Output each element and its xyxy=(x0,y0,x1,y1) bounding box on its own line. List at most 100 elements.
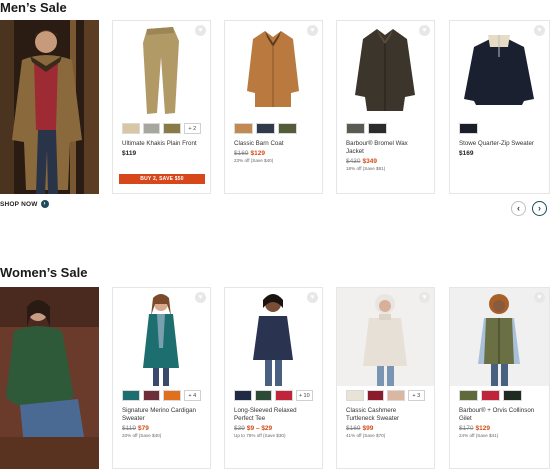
color-swatch[interactable] xyxy=(234,123,253,134)
favorite-heart-icon[interactable]: ♥ xyxy=(195,292,206,303)
sale-price: $99 xyxy=(362,425,374,432)
color-swatch[interactable] xyxy=(459,390,478,401)
product-name[interactable]: Ultimate Khakis Plain Front xyxy=(113,137,210,148)
man-in-barn-coat-icon xyxy=(0,20,99,194)
original-price: $169 xyxy=(346,425,361,432)
product-card[interactable]: ♥ + 10 Long-Sleeved Relaxed Perfect Tee … xyxy=(224,287,323,469)
color-swatches: + 10 xyxy=(225,386,322,404)
wax-jacket-icon xyxy=(355,29,415,111)
color-swatch[interactable] xyxy=(254,390,272,401)
color-swatch[interactable] xyxy=(346,390,364,401)
color-swatch[interactable] xyxy=(122,390,140,401)
favorite-heart-icon[interactable]: ♥ xyxy=(195,25,206,36)
product-price: $169 $99 xyxy=(337,423,434,432)
product-card[interactable]: ♥ + 4 Signature Merino Cardigan Sweater … xyxy=(112,287,211,469)
product-price: $119 $79 xyxy=(113,423,210,432)
product-image[interactable]: ♥ xyxy=(225,288,322,386)
product-image[interactable]: ♥ xyxy=(225,21,322,119)
product-image[interactable]: ♥ xyxy=(337,21,434,119)
long-sleeve-tee-icon xyxy=(253,294,293,386)
product-price: $170 $129 xyxy=(450,423,549,432)
color-swatches: + 3 xyxy=(337,386,434,404)
product-name[interactable]: Barbour® + Orvis Collinson Gilet xyxy=(450,404,549,423)
product-card[interactable]: ♥ Stowe Quarter-Zip Sweater $169 xyxy=(449,20,550,194)
arrow-right-icon: › xyxy=(40,200,49,208)
product-image[interactable]: ♥ xyxy=(113,288,210,386)
color-swatch[interactable] xyxy=(278,123,297,134)
color-swatch[interactable] xyxy=(142,390,160,401)
carousel-prev-button[interactable]: ‹ xyxy=(511,201,526,216)
barn-coat-icon xyxy=(247,31,299,107)
color-swatches xyxy=(450,386,549,404)
product-name[interactable]: Classic Cashmere Turtleneck Sweater xyxy=(337,404,434,423)
product-image[interactable]: ♥ xyxy=(337,288,434,386)
color-swatch[interactable] xyxy=(368,123,387,134)
favorite-heart-icon[interactable]: ♥ xyxy=(307,292,318,303)
product-card[interactable]: ♥ + 3 Classic Cashmere Turtleneck Sweate… xyxy=(336,287,435,469)
favorite-heart-icon[interactable]: ♥ xyxy=(419,25,430,36)
color-swatch[interactable] xyxy=(481,390,500,401)
color-swatch[interactable] xyxy=(387,390,405,401)
quarter-zip-sweater-icon xyxy=(464,35,534,105)
color-swatch[interactable] xyxy=(142,123,160,134)
color-swatch[interactable] xyxy=(256,123,275,134)
product-image[interactable]: ♥ xyxy=(113,21,210,119)
color-swatches xyxy=(450,119,549,137)
cardigan-icon xyxy=(143,294,179,386)
promo-banner[interactable]: BUY 2, SAVE $50 xyxy=(119,174,205,184)
product-name[interactable]: Stowe Quarter-Zip Sweater xyxy=(450,137,549,148)
woman-in-green-sweater-icon xyxy=(0,287,99,469)
favorite-heart-icon[interactable]: ♥ xyxy=(534,292,545,303)
product-price: $430 $349 xyxy=(337,156,434,165)
color-swatches: + 4 xyxy=(113,386,210,404)
color-swatch[interactable] xyxy=(275,390,293,401)
color-swatches xyxy=(337,119,434,137)
color-swatch[interactable] xyxy=(366,390,384,401)
product-card[interactable]: ♥ Barbour® + Orvis Collinson Gilet $170 $… xyxy=(449,287,550,469)
womens-hero-image[interactable] xyxy=(0,287,99,469)
favorite-heart-icon[interactable]: ♥ xyxy=(307,25,318,36)
savings-text: 18% off (Save $81) xyxy=(346,166,386,171)
mens-hero-image[interactable] xyxy=(0,20,99,194)
product-image[interactable]: ♥ xyxy=(450,288,549,386)
savings-text: 24% off (Save $41) xyxy=(459,433,499,438)
more-colors-button[interactable]: + 10 xyxy=(295,390,313,401)
original-price: $169 xyxy=(234,150,249,157)
original-price: $39 xyxy=(234,425,245,432)
color-swatch[interactable] xyxy=(346,123,365,134)
color-swatch[interactable] xyxy=(459,123,478,134)
product-card[interactable]: ♥ Classic Barn Coat $169 $129 23% off (Sa… xyxy=(224,20,323,194)
shop-now-label: SHOP NOW xyxy=(0,200,38,208)
product-image[interactable]: ♥ xyxy=(450,21,549,119)
color-swatch[interactable] xyxy=(234,390,252,401)
product-name[interactable]: Signature Merino Cardigan Sweater xyxy=(113,404,210,423)
carousel-next-button[interactable]: › xyxy=(532,201,547,216)
original-price: $430 xyxy=(346,158,361,165)
color-swatch[interactable] xyxy=(122,123,140,134)
mens-sale-title: Men’s Sale xyxy=(0,0,67,15)
more-colors-button[interactable]: + 2 xyxy=(183,123,201,134)
original-price: $170 xyxy=(459,425,474,432)
more-colors-button[interactable]: + 3 xyxy=(407,390,425,401)
color-swatch[interactable] xyxy=(163,123,181,134)
sale-price: $129 xyxy=(475,425,490,432)
shop-now-link[interactable]: SHOP NOW › xyxy=(0,200,49,208)
savings-text: Up to 76% off (Save $30) xyxy=(234,433,286,438)
product-name[interactable]: Classic Barn Coat xyxy=(225,137,322,148)
color-swatch[interactable] xyxy=(503,390,522,401)
sale-price: $9 – $29 xyxy=(246,425,273,432)
product-price: $169 $129 xyxy=(225,148,322,157)
savings-text: 33% off (Save $40) xyxy=(122,433,162,438)
favorite-heart-icon[interactable]: ♥ xyxy=(419,292,430,303)
sale-price: $129 xyxy=(250,150,265,157)
product-card[interactable]: ♥ Barbour® Bromel Wax Jacket $430 $349 18… xyxy=(336,20,435,194)
product-card[interactable]: ♥ + 2 Ultimate Khakis Plain Front $119 xyxy=(112,20,211,194)
product-name[interactable]: Barbour® Bromel Wax Jacket xyxy=(337,137,434,156)
womens-sale-title: Women’s Sale xyxy=(0,265,88,280)
product-price: $119 xyxy=(122,150,137,157)
favorite-heart-icon[interactable]: ♥ xyxy=(534,25,545,36)
color-swatch[interactable] xyxy=(163,390,181,401)
turtleneck-icon xyxy=(363,294,407,386)
more-colors-button[interactable]: + 4 xyxy=(183,390,201,401)
product-name[interactable]: Long-Sleeved Relaxed Perfect Tee xyxy=(225,404,322,423)
